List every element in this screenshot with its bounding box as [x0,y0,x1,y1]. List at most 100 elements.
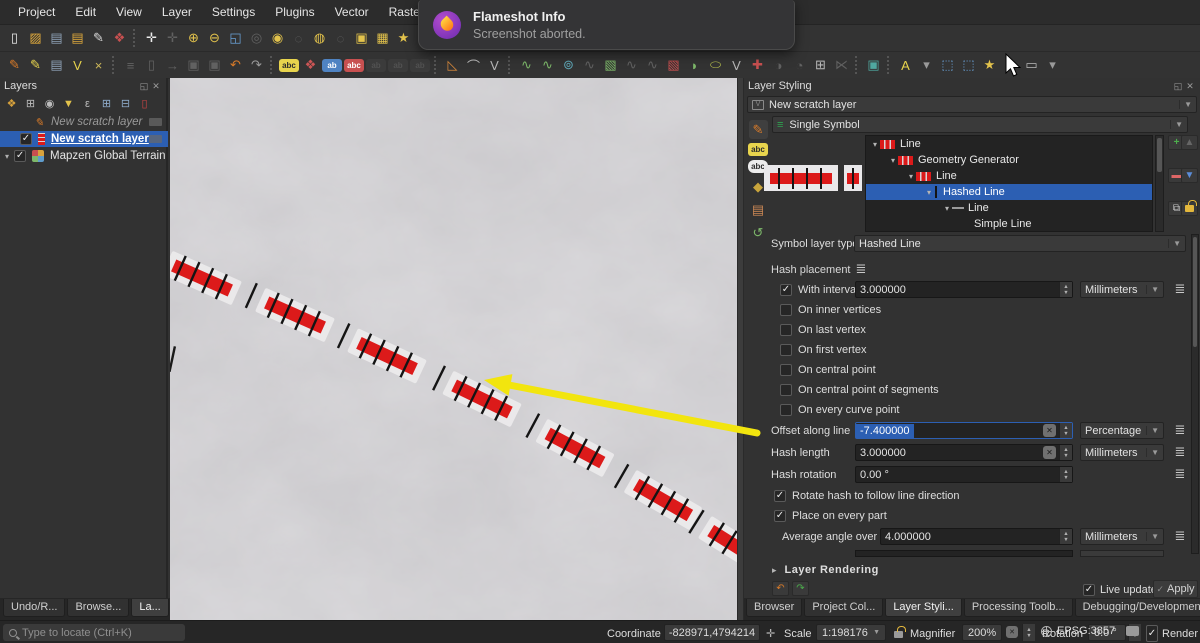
scale-combo[interactable]: 1:198176 ▼ [816,624,886,641]
zoom-out-icon[interactable]: ⊖ [205,29,224,48]
average-angle-unit-combo[interactable]: Millimeters ▼ [1080,528,1164,545]
simplify-feature-icon[interactable]: ▧ [601,56,620,75]
menu-layer[interactable]: Layer [152,2,202,22]
change-label-icon[interactable]: ab [410,58,430,72]
new-project-icon[interactable]: ▯ [5,29,24,48]
live-update-checkbox[interactable] [1083,583,1095,596]
move-down-button[interactable]: ▼ [1181,168,1198,183]
menu-view[interactable]: View [106,2,152,22]
lock-scale-icon[interactable] [894,626,903,643]
coordinate-value[interactable]: -828971,4794214 [664,624,760,641]
tree-row-simple-line[interactable]: Simple Line [866,216,1152,231]
data-source-manager-icon[interactable]: ▣ [864,56,883,75]
tree-row-line-3[interactable]: ▾ Line [866,200,1152,216]
add-ring-icon[interactable]: ∿ [622,56,641,75]
merge-features-icon[interactable]: ⊚ [559,56,578,75]
menu-plugins[interactable]: Plugins [265,2,324,22]
tab-project-colors[interactable]: Project Col... [804,599,884,617]
spinner-arrows[interactable]: ▲ ▼ [1059,423,1072,438]
offset-curve-icon[interactable]: ◗ [685,56,704,75]
tab-browser-left[interactable]: Browse... [67,599,130,617]
select-by-polygon-icon[interactable]: ⌒ [464,56,483,75]
layer-item-editing[interactable]: ✎ New scratch layer [0,114,168,130]
split-features-icon[interactable]: ∿ [538,56,557,75]
label-toolbar-icon[interactable]: abc [344,58,364,72]
rotate-label-icon[interactable]: ab [388,58,408,72]
crs-value[interactable]: EPSG:3857 [1057,625,1115,637]
hash-length-unit-combo[interactable]: Millimeters ▼ [1080,444,1164,461]
collapsed-arrow-icon[interactable]: ▸ [772,565,777,576]
spinner-arrows[interactable]: ▲ ▼ [1059,529,1072,544]
manage-map-themes-icon[interactable]: ◉ [41,95,58,112]
tab-layers[interactable]: La... [131,599,169,617]
new-print-layout-icon[interactable]: ✎ [89,29,108,48]
filter-legend-icon[interactable]: ▼ [60,95,77,112]
save-project-icon[interactable]: ▤ [47,29,66,48]
tree-scrollbar[interactable] [1155,135,1164,232]
spinner-arrows[interactable]: ▲ ▼ [1059,445,1072,460]
zoom-next-icon[interactable]: ◌ [331,29,350,48]
text-annotation-icon[interactable]: A [896,56,915,75]
layer-visibility-checkbox[interactable] [14,150,27,162]
menu-vector[interactable]: Vector [325,2,379,22]
render-checkbox[interactable] [1146,625,1158,642]
zoom-native-icon[interactable]: ◎ [247,29,266,48]
processing-toolbox-icon[interactable]: ⊞ [811,56,830,75]
select-annotation-icon[interactable]: ⬚ [938,56,957,75]
spinner-arrows[interactable]: ▲ ▼ [1059,282,1072,297]
tree-row-line-2[interactable]: ▾ Line [866,168,1152,184]
toggle-editing-icon[interactable]: ✎ [26,56,45,75]
layer-diagram-icon[interactable]: ❖ [301,56,320,75]
labels-tab-icon[interactable]: abc [748,143,768,156]
temporal-controller-icon[interactable]: ⋉ [832,56,851,75]
data-defined-override-button[interactable]: ≣ [1171,281,1189,297]
select-features-icon[interactable]: V [485,56,504,75]
offset-unit-combo[interactable]: Percentage ▼ [1080,422,1164,439]
new-3d-map-view-icon[interactable]: ▦ [373,29,392,48]
map-canvas[interactable] [170,78,737,620]
move-feature-icon[interactable]: → [163,56,182,75]
delete-selected-icon[interactable]: ▯ [142,56,161,75]
undo-style-button[interactable]: ↶ [772,581,789,596]
undo-icon[interactable]: ↶ [226,56,245,75]
menu-settings[interactable]: Settings [202,2,265,22]
tab-processing-toolbox[interactable]: Processing Toolb... [963,599,1073,617]
expand-arrow-icon[interactable]: ▾ [924,188,934,197]
expand-arrow-icon[interactable]: ▾ [906,172,916,181]
bookmark-icon[interactable]: ★ [394,29,413,48]
on-central-point-of-segments-checkbox[interactable] [780,383,792,396]
diagrams-tab-icon[interactable]: ▤ [749,200,768,219]
filter-expression-icon[interactable]: ε [79,95,96,112]
rotate-feature-icon[interactable]: ∿ [580,56,599,75]
paste-features-icon[interactable]: ▣ [205,56,224,75]
place-on-every-part-checkbox[interactable] [774,509,786,522]
on-inner-vertices-checkbox[interactable] [780,303,792,316]
new-map-view-icon[interactable]: ▣ [352,29,371,48]
close-panel-icon[interactable]: ✕ [1184,81,1196,92]
panel-splitter[interactable] [737,78,744,620]
modify-attributes-icon[interactable]: ≡ [121,56,140,75]
annotation-dropdown-icon[interactable]: ▾ [917,56,936,75]
add-line-feature-icon[interactable]: V [68,56,87,75]
copy-features-icon[interactable]: ▣ [184,56,203,75]
layer-visibility-checkbox[interactable] [20,133,32,145]
style-manager-icon[interactable]: ❖ [110,29,129,48]
locator-search-input[interactable]: Type to locate (Ctrl+K) [3,624,185,641]
renderer-selector[interactable]: ≡ Single Symbol ▼ [772,116,1188,133]
clear-value-icon[interactable]: ✕ [1043,446,1056,459]
data-defined-override-button[interactable]: ≣ [1171,528,1189,544]
tree-row-geometry-generator[interactable]: ▾ Geometry Generator [866,152,1152,168]
add-group-icon[interactable]: ⊞ [22,95,39,112]
pan-to-selection-icon[interactable]: ✛ [163,29,182,48]
vertex-tool-current-layer-icon[interactable]: V [727,56,746,75]
remove-layer-icon[interactable]: ▯ [136,95,153,112]
expand-arrow-icon[interactable]: ▾ [942,204,952,213]
lock-colors-button[interactable] [1181,201,1198,216]
pan-map-icon[interactable]: ✛ [142,29,161,48]
move-up-button[interactable]: ▲ [1181,135,1198,150]
expand-arrow-icon[interactable]: ▾ [5,152,9,161]
styling-scrollbar[interactable] [1191,234,1199,554]
mouse-tracking-icon[interactable]: ✛ [766,625,775,642]
form-annotation-icon[interactable]: ▭ [1022,56,1041,75]
tab-browser[interactable]: Browser [746,599,803,617]
